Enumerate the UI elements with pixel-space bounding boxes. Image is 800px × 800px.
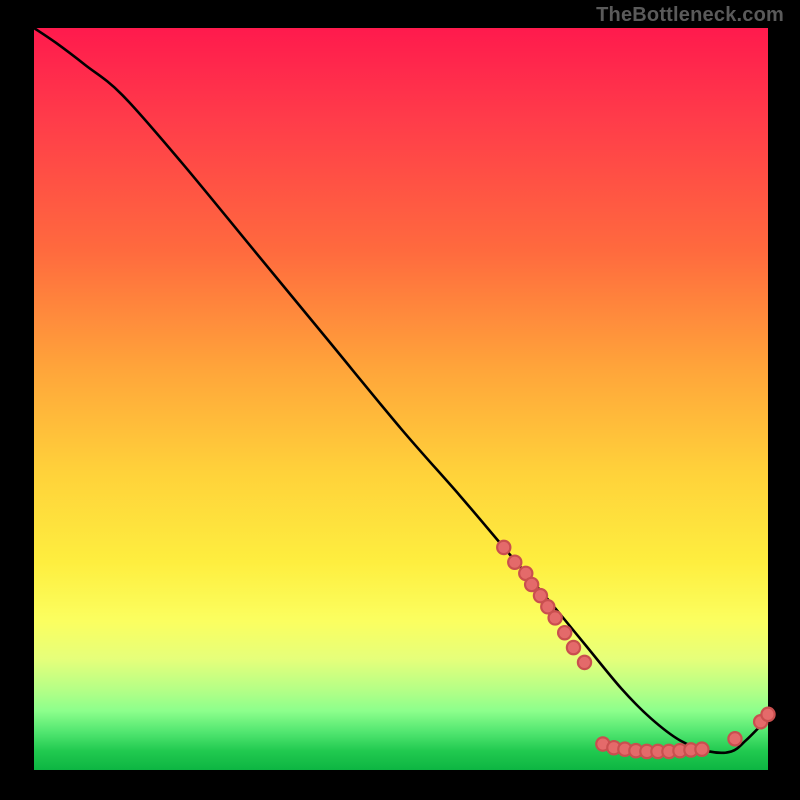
watermark-text: TheBottleneck.com bbox=[596, 4, 784, 27]
data-point bbox=[728, 732, 741, 745]
data-point bbox=[567, 641, 580, 654]
data-point bbox=[549, 611, 562, 624]
data-point bbox=[695, 743, 708, 756]
bottleneck-curve bbox=[34, 28, 768, 753]
data-point bbox=[558, 626, 571, 639]
data-point bbox=[761, 708, 774, 721]
chart-frame: TheBottleneck.com bbox=[0, 0, 800, 800]
data-point bbox=[508, 556, 521, 569]
data-point bbox=[578, 656, 591, 669]
curve-layer bbox=[34, 28, 768, 770]
data-point bbox=[497, 541, 510, 554]
curve-points bbox=[497, 541, 774, 758]
plot-area bbox=[34, 28, 768, 770]
